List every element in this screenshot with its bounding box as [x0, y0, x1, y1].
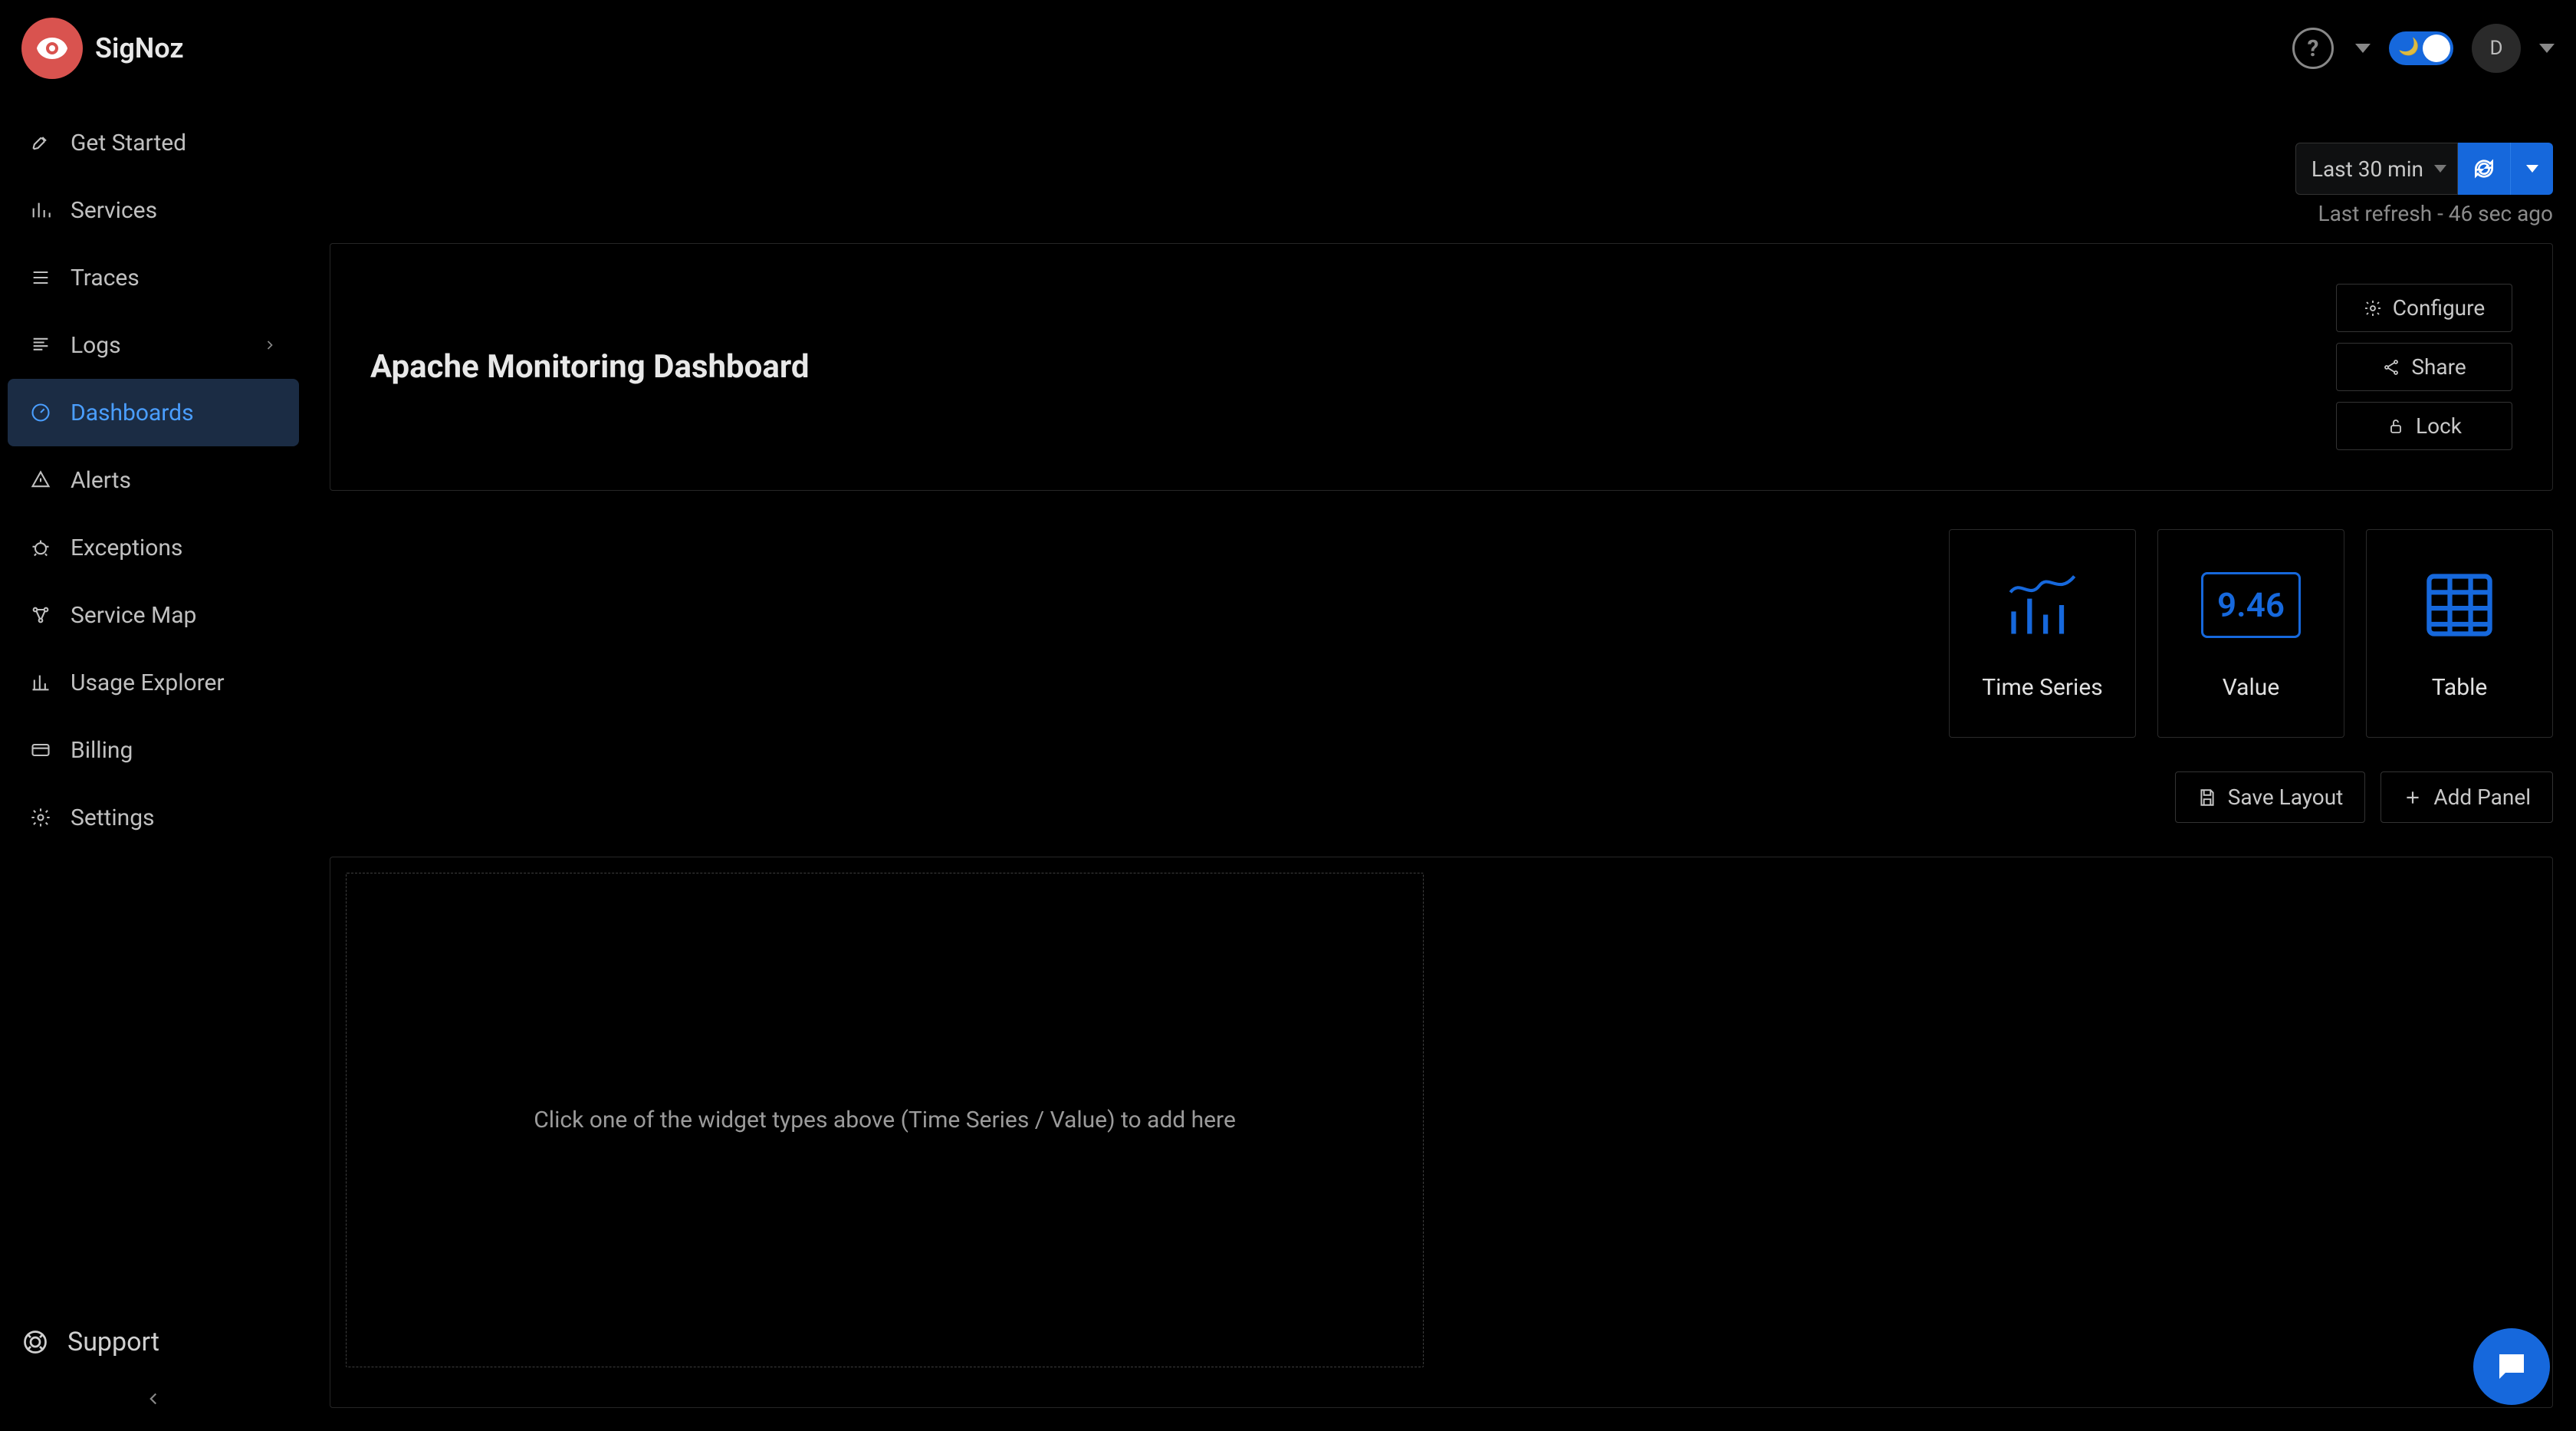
add-panel-label: Add Panel	[2433, 785, 2531, 810]
widget-type-time-series[interactable]: Time Series	[1949, 529, 2136, 738]
sidebar-item-settings[interactable]: Settings	[8, 784, 299, 851]
dashboard-title: Apache Monitoring Dashboard	[370, 348, 809, 386]
brand-name: SigNoz	[95, 32, 184, 64]
dashboard-header-card: Apache Monitoring Dashboard Configure Sh…	[330, 243, 2553, 491]
lock-button[interactable]: Lock	[2336, 402, 2512, 450]
help-button[interactable]: ?	[2292, 28, 2334, 69]
time-picker-group: Last 30 min	[2295, 143, 2553, 195]
table-icon	[2421, 567, 2498, 643]
sidebar-item-dashboards[interactable]: Dashboards	[8, 379, 299, 446]
placeholder-panel[interactable]: Click one of the widget types above (Tim…	[346, 873, 1424, 1367]
sidebar-item-label: Billing	[71, 737, 133, 764]
network-icon	[29, 604, 52, 626]
time-series-icon	[2004, 567, 2081, 643]
dashboard-canvas: Click one of the widget types above (Tim…	[330, 857, 2553, 1408]
gear-icon	[29, 807, 52, 828]
lifebuoy-icon	[21, 1328, 49, 1356]
value-sample: 9.46	[2201, 572, 2301, 638]
list-icon	[29, 267, 52, 288]
sidebar-item-usage-explorer[interactable]: Usage Explorer	[8, 649, 299, 716]
sidebar-item-service-map[interactable]: Service Map	[8, 581, 299, 649]
plus-icon	[2403, 788, 2423, 808]
sidebar-item-label: Alerts	[71, 467, 131, 494]
widget-type-label: Time Series	[1982, 674, 2102, 701]
configure-label: Configure	[2393, 295, 2485, 321]
refresh-icon	[2472, 156, 2496, 181]
sidebar-item-get-started[interactable]: Get Started	[8, 109, 299, 176]
support-label: Support	[67, 1327, 159, 1357]
widget-type-picker: Time Series 9.46 Value Table	[330, 529, 2553, 738]
widget-type-table[interactable]: Table	[2366, 529, 2553, 738]
chevron-left-icon	[143, 1389, 163, 1409]
widget-type-value[interactable]: 9.46 Value	[2157, 529, 2344, 738]
topbar: SigNoz ? D	[0, 0, 2576, 97]
sidebar-item-logs[interactable]: Logs	[8, 311, 299, 379]
sidebar-item-traces[interactable]: Traces	[8, 244, 299, 311]
time-range-select[interactable]: Last 30 min	[2295, 143, 2458, 195]
add-panel-button[interactable]: Add Panel	[2380, 771, 2553, 823]
lines-icon	[29, 334, 52, 356]
card-icon	[29, 739, 52, 761]
avatar-initial: D	[2489, 37, 2502, 60]
sidebar-item-label: Get Started	[71, 130, 186, 156]
avatar[interactable]: D	[2472, 24, 2521, 73]
sidebar-collapse-button[interactable]	[0, 1376, 307, 1422]
gear-icon	[2364, 299, 2382, 317]
share-icon	[2382, 358, 2400, 377]
alert-icon	[29, 469, 52, 491]
unlock-icon	[2387, 417, 2405, 436]
save-icon	[2197, 788, 2217, 808]
sidebar: Get Started Services Traces Logs Dashboa…	[0, 97, 307, 1431]
sidebar-item-label: Settings	[71, 804, 155, 831]
sidebar-item-label: Exceptions	[71, 535, 182, 561]
refresh-interval-dropdown[interactable]	[2510, 143, 2553, 195]
time-range-value: Last 30 min	[2312, 156, 2423, 182]
save-layout-label: Save Layout	[2228, 785, 2344, 810]
bars-icon	[29, 199, 52, 221]
chart-icon	[29, 672, 52, 693]
sidebar-item-label: Logs	[71, 332, 121, 359]
rocket-icon	[29, 132, 52, 153]
sidebar-item-label: Dashboards	[71, 400, 194, 426]
sidebar-item-exceptions[interactable]: Exceptions	[8, 514, 299, 581]
intercom-launcher[interactable]	[2473, 1328, 2550, 1405]
chat-icon	[2493, 1348, 2530, 1385]
widget-type-label: Value	[2223, 674, 2280, 701]
refresh-button[interactable]	[2458, 143, 2510, 195]
sidebar-item-label: Service Map	[71, 602, 196, 629]
avatar-dropdown-caret-icon[interactable]	[2539, 44, 2555, 53]
last-refresh-text: Last refresh - 46 sec ago	[2295, 201, 2553, 226]
sidebar-item-support[interactable]: Support	[0, 1308, 307, 1376]
lock-label: Lock	[2416, 413, 2462, 439]
content: Last 30 min Last refresh - 46 sec ago Ap…	[307, 97, 2576, 1431]
help-dropdown-caret-icon[interactable]	[2355, 44, 2371, 53]
sidebar-item-label: Services	[71, 197, 157, 224]
sidebar-item-billing[interactable]: Billing	[8, 716, 299, 784]
question-icon: ?	[2308, 35, 2319, 62]
save-layout-button[interactable]: Save Layout	[2175, 771, 2366, 823]
value-icon: 9.46	[2213, 567, 2289, 643]
sidebar-item-alerts[interactable]: Alerts	[8, 446, 299, 514]
sidebar-item-services[interactable]: Services	[8, 176, 299, 244]
widget-type-label: Table	[2432, 674, 2488, 701]
bug-icon	[29, 537, 52, 558]
sidebar-item-label: Traces	[71, 265, 140, 291]
brand-logo-icon	[21, 18, 83, 79]
share-label: Share	[2411, 354, 2466, 380]
theme-toggle[interactable]	[2389, 31, 2453, 65]
brand[interactable]: SigNoz	[21, 18, 184, 79]
sidebar-item-label: Usage Explorer	[71, 669, 225, 696]
placeholder-text: Click one of the widget types above (Tim…	[534, 1107, 1236, 1133]
share-button[interactable]: Share	[2336, 343, 2512, 391]
chevron-right-icon	[262, 337, 278, 353]
dashboard-icon	[29, 402, 52, 423]
configure-button[interactable]: Configure	[2336, 284, 2512, 332]
